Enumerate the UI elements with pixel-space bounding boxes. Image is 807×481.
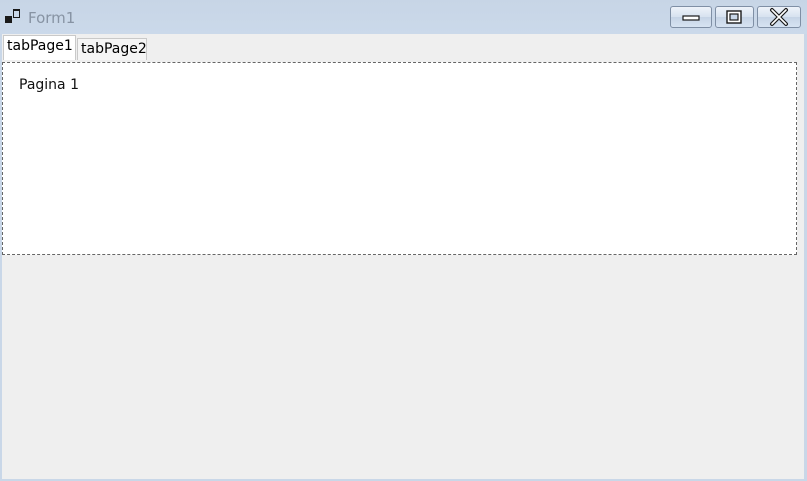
maximize-icon [726, 10, 742, 24]
form-client-area: tabPage1 tabPage2 Pagina 1 [2, 34, 804, 479]
minimize-button[interactable] [670, 6, 712, 28]
maximize-button[interactable] [715, 6, 754, 28]
close-button[interactable] [757, 6, 801, 28]
window-title: Form1 [28, 9, 76, 27]
form-window: Form1 tabPage1 tabPage2 Pagina 1 [0, 0, 807, 481]
tab-page-panel: Pagina 1 [2, 62, 797, 255]
title-bar[interactable]: Form1 [0, 0, 807, 34]
close-icon [770, 8, 788, 26]
tab-page1[interactable]: tabPage1 [3, 35, 76, 60]
form-app-icon [5, 9, 21, 25]
tab-page2[interactable]: tabPage2 [77, 38, 147, 60]
minimize-icon [682, 15, 700, 21]
pagina-label: Pagina 1 [19, 77, 79, 93]
